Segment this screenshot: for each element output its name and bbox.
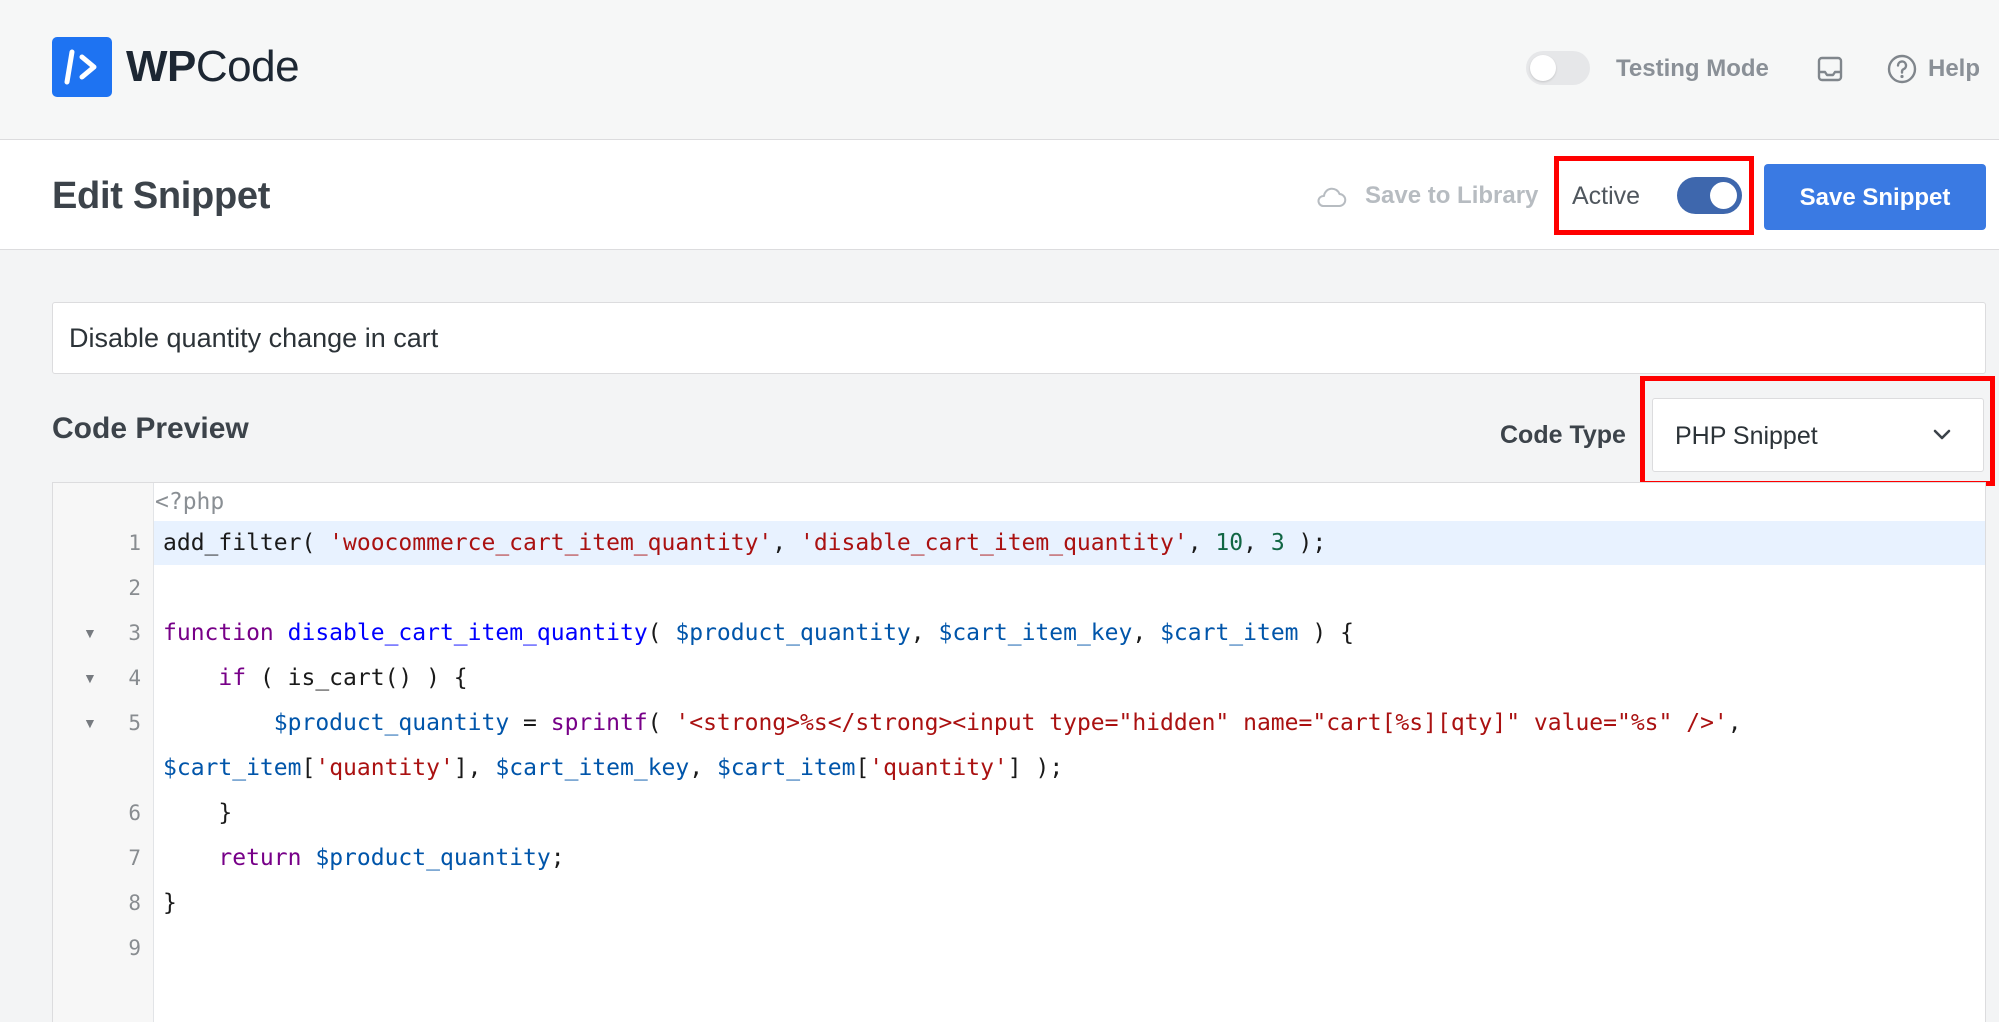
cloud-icon[interactable] (1315, 185, 1347, 209)
code-type-select[interactable]: PHP Snippet (1652, 398, 1984, 472)
code-line-5-wrap: $cart_item['quantity'], $cart_item_key, … (163, 755, 1064, 781)
php-open-tag: <?php (155, 489, 225, 515)
toggle-knob (1530, 55, 1556, 81)
line-number: 3 (128, 621, 141, 645)
line-number: 6 (128, 801, 141, 825)
brand-wp: WP (126, 42, 196, 91)
chevron-down-icon (1933, 429, 1951, 440)
line-number: 4 (128, 666, 141, 690)
testing-mode-label[interactable]: Testing Mode (1616, 54, 1769, 84)
active-toggle[interactable] (1677, 177, 1742, 214)
code-type-label: Code Type (1500, 421, 1626, 449)
header-bar: Edit Snippet Save to Library Active Save… (0, 140, 1999, 250)
code-line-4: if ( is_cart() ) { (218, 665, 468, 691)
fold-triangle-icon[interactable]: ▼ (83, 663, 97, 693)
help-circle-icon[interactable] (1886, 53, 1918, 85)
code-line-6: } (163, 800, 233, 826)
snippet-title-input[interactable]: Disable quantity change in cart (52, 302, 1986, 374)
toggle-knob (1710, 182, 1737, 209)
active-label: Active (1572, 182, 1641, 210)
code-line-3: function disable_cart_item_quantity( $pr… (163, 620, 1354, 646)
code-line-1: add_filter( 'woocommerce_cart_item_quant… (163, 530, 1327, 556)
save-snippet-button[interactable]: Save Snippet (1764, 164, 1986, 230)
testing-mode-toggle[interactable] (1526, 51, 1590, 85)
fold-triangle-icon[interactable]: ▼ (83, 708, 97, 738)
line-number: 7 (128, 846, 141, 870)
save-to-library-button[interactable]: Save to Library (1365, 181, 1538, 211)
code-line-8: } (163, 890, 177, 916)
line-number: 2 (128, 576, 141, 600)
fold-triangle-icon[interactable]: ▼ (83, 618, 97, 648)
inbox-icon[interactable] (1815, 54, 1845, 84)
brand-logo[interactable]: WPCode (126, 40, 300, 94)
code-line-5: $product_quantity = sprintf( '<strong>%s… (273, 710, 1742, 736)
code-type-value: PHP Snippet (1675, 422, 1818, 450)
code-preview-heading: Code Preview (52, 412, 249, 445)
line-number: 1 (128, 531, 141, 555)
code-editor[interactable]: <?php 1 2 3 4 5 6 7 8 9 ▼ ▼ ▼ add_filter… (52, 482, 1986, 1022)
help-link[interactable]: Help (1928, 54, 1980, 84)
line-number: 8 (128, 891, 141, 915)
brand-code: Code (195, 42, 300, 91)
line-number: 9 (128, 936, 141, 960)
top-bar: WPCode Testing Mode Help (0, 0, 1999, 140)
line-number: 5 (128, 711, 141, 735)
code-line-7: return $product_quantity; (218, 845, 565, 871)
page-title: Edit Snippet (52, 175, 271, 217)
code-slash-icon (52, 37, 112, 97)
